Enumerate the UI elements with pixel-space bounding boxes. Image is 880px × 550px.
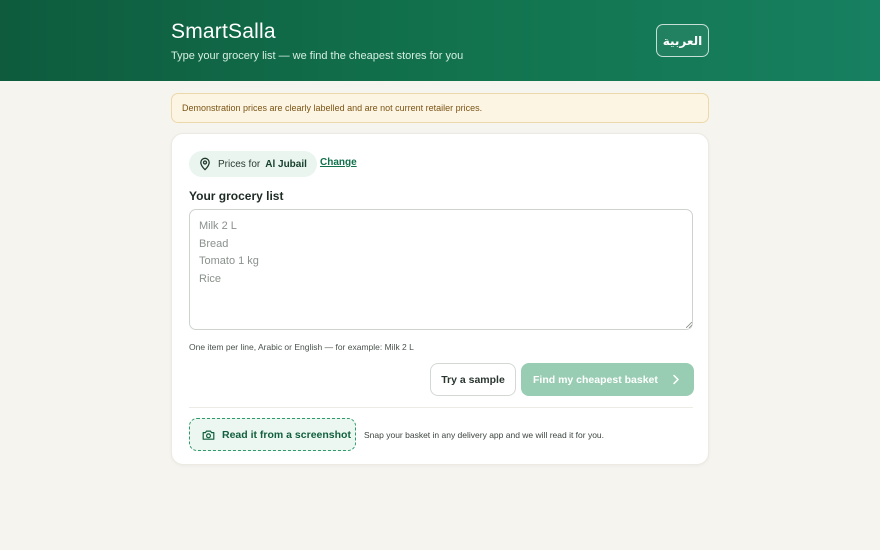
change-location-link[interactable]: Change: [320, 157, 357, 168]
prices-for-label: Prices for: [218, 158, 261, 170]
screenshot-description: Snap your basket in any delivery app and…: [364, 430, 605, 440]
selected-city: Al Jubail: [265, 158, 307, 170]
read-from-screenshot-label: Read it from a screenshot: [222, 428, 351, 441]
read-from-screenshot-button[interactable]: Read it from a screenshot: [189, 418, 356, 451]
grocery-card: Prices for Al Jubail Change Your grocery…: [171, 133, 709, 465]
grocery-list-input[interactable]: [189, 209, 693, 330]
demo-notice-banner: Demonstration prices are clearly labelle…: [171, 93, 709, 123]
section-divider: [189, 407, 693, 408]
find-cheapest-basket-label: Find my cheapest basket: [533, 373, 658, 386]
find-cheapest-basket-button[interactable]: Find my cheapest basket: [521, 363, 694, 396]
language-toggle-button[interactable]: العربية: [656, 24, 709, 57]
camera-icon: [202, 429, 215, 441]
app-header: SmartSalla Type your grocery list — we f…: [0, 0, 880, 81]
grocery-list-hint: One item per line, Arabic or English — f…: [189, 342, 414, 352]
try-sample-button[interactable]: Try a sample: [430, 363, 516, 396]
grocery-list-heading: Your grocery list: [189, 189, 284, 203]
brand-title: SmartSalla: [171, 20, 276, 43]
location-pill: Prices for Al Jubail: [189, 151, 317, 177]
brand-tagline: Type your grocery list — we find the che…: [171, 50, 464, 62]
map-pin-icon: [198, 157, 212, 171]
demo-notice-text: Demonstration prices are clearly labelle…: [182, 103, 483, 113]
chevron-right-icon: [673, 374, 679, 385]
